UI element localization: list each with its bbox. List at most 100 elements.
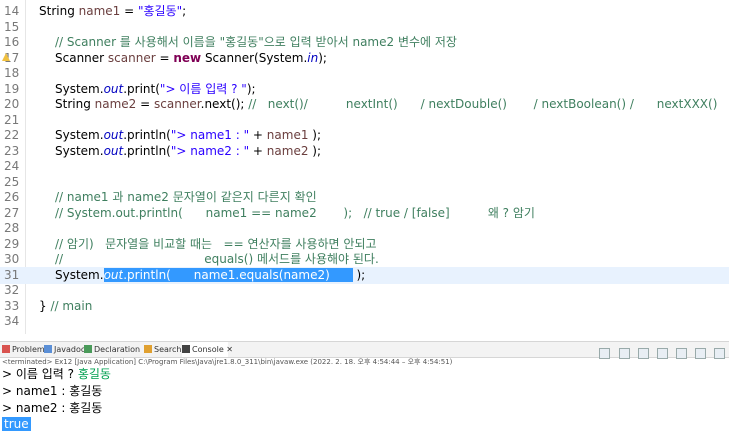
code-editor[interactable]: 14 String name1 = "홍길동"; 15 16 // Scanner 를 … <box>0 0 729 334</box>
bottom-views-bar: Problems Javadoc Declaration Search Console … <box>0 341 729 359</box>
code-token: String <box>39 4 79 18</box>
code-token: // 암기) 문자열을 비교할 때는 == 연산자를 사용하면 안되고 <box>55 236 377 251</box>
code-text: System.out.println( name1.equals(name2) … <box>55 267 365 284</box>
tab-label: Declaration <box>94 345 141 354</box>
code-token: name1 <box>266 128 309 142</box>
console-line-name1: > name1 : 홍길동 <box>2 384 103 398</box>
code-token: "> name1 : " <box>170 128 250 142</box>
tab-label: Console <box>192 345 224 354</box>
code-line[interactable]: 30 // equals() 메서드를 사용해야 된다. <box>0 251 729 268</box>
code-line[interactable]: 23 System.out.println("> name2 : " + name… <box>0 143 729 160</box>
code-token: .println( name1.equals(name2) <box>123 267 353 282</box>
code-line[interactable]: 25 <box>0 174 729 191</box>
close-icon[interactable]: ✕ <box>224 345 233 354</box>
code-line[interactable]: 18 <box>0 65 729 82</box>
code-text: // Scanner 를 사용해서 이름을 "홍길동"으로 입력 받아서 nam… <box>55 34 457 51</box>
code-token: ); <box>352 267 366 282</box>
code-token: "> 이름 입력 ? " <box>159 81 247 96</box>
code-token: System. <box>55 267 104 282</box>
code-line[interactable]: 28 <box>0 220 729 237</box>
code-text: System.out.println("> name2 : " + name2 … <box>55 143 321 160</box>
code-token: new <box>173 50 202 65</box>
console-line-name2: > name2 : 홍길동 <box>2 401 103 415</box>
javadoc-icon <box>44 345 52 353</box>
code-line[interactable]: 26 // name1 과 name2 문자열이 같은지 다른지 확인 <box>0 189 729 206</box>
declaration-icon <box>84 345 92 353</box>
line-number: 18 <box>4 66 20 80</box>
code-line[interactable]: 17 Scanner scanner = new Scanner(System.i… <box>0 50 729 67</box>
tab-console[interactable]: Console ✕ <box>182 342 233 357</box>
code-token: "홍길동" <box>138 4 183 18</box>
code-token: ); <box>246 81 256 96</box>
code-token: ; <box>182 4 187 18</box>
line-number: 33 <box>4 298 20 313</box>
code-token: name2 <box>94 97 137 111</box>
code-line[interactable]: 20 String name2 = scanner.next(); // next… <box>0 96 729 113</box>
code-line[interactable]: 32 <box>0 282 729 299</box>
code-line[interactable]: 14 String name1 = "홍길동"; <box>0 3 729 20</box>
clear-console-icon[interactable] <box>637 348 649 359</box>
line-number: 16 <box>4 35 20 49</box>
tab-declaration[interactable]: Declaration <box>84 342 144 357</box>
console-icon <box>182 345 190 353</box>
line-number: 14 <box>4 4 20 18</box>
display-selected-console-icon[interactable] <box>694 348 706 359</box>
code-line[interactable]: 27 // System.out.println( name1 == name2 … <box>0 205 729 222</box>
line-number: 27 <box>4 205 20 220</box>
code-token: .next(); <box>200 97 249 111</box>
pin-console-icon[interactable] <box>675 348 687 359</box>
code-token: System. <box>55 143 104 158</box>
code-text: // name1 과 name2 문자열이 같은지 다른지 확인 <box>55 189 317 206</box>
tab-search[interactable]: Search <box>144 342 182 357</box>
code-token: out <box>103 128 124 142</box>
line-number: 28 <box>4 221 20 235</box>
code-token: out <box>103 143 124 158</box>
code-line[interactable]: 33} // main <box>0 298 729 315</box>
code-token: in <box>307 50 319 65</box>
code-text: // equals() 메서드를 사용해야 된다. <box>55 251 379 268</box>
code-token: name2 <box>266 143 309 158</box>
code-line[interactable]: 31 System.out.println( name1.equals(name2… <box>0 266 729 284</box>
scroll-lock-icon[interactable] <box>656 348 668 359</box>
code-token: // main <box>50 298 93 313</box>
tab-javadoc[interactable]: Javadoc <box>44 342 85 357</box>
line-number: 20 <box>4 97 20 111</box>
code-line[interactable]: 19 System.out.print("> 이름 입력 ? "); <box>0 81 729 98</box>
result-text: true <box>2 417 31 431</box>
tab-problems[interactable]: Problems <box>2 342 49 357</box>
code-token: ); <box>308 128 322 142</box>
open-console-icon[interactable] <box>714 348 725 359</box>
code-token: // equals() 메서드를 사용해야 된다. <box>55 252 379 266</box>
code-token: + <box>249 143 267 158</box>
line-number: 32 <box>4 283 20 297</box>
code-line[interactable]: 29 // 암기) 문자열을 비교할 때는 == 연산자를 사용하면 안되고 <box>0 236 729 253</box>
problems-icon <box>2 345 10 353</box>
code-token: // Scanner 를 사용해서 이름을 "홍길동"으로 입력 받아서 nam… <box>55 35 457 49</box>
code-token: ); <box>318 50 327 65</box>
code-text: // System.out.println( name1 == name2 );… <box>55 205 535 222</box>
code-line[interactable]: 15 <box>0 19 729 36</box>
code-token: System. <box>55 81 104 96</box>
code-text: String name1 = "홍길동"; <box>39 3 186 20</box>
code-token: = <box>155 50 174 65</box>
line-number: 31 <box>4 267 20 282</box>
code-text: String name2 = scanner.next(); // next()… <box>55 96 717 113</box>
line-number: 19 <box>4 81 20 96</box>
terminate-icon[interactable] <box>599 348 611 359</box>
remove-launch-icon[interactable] <box>618 348 630 359</box>
line-number: 26 <box>4 190 20 204</box>
code-token: = <box>136 97 154 111</box>
code-line[interactable]: 16 // Scanner 를 사용해서 이름을 "홍길동"으로 입력 받아서 n… <box>0 34 729 51</box>
line-number: 22 <box>4 128 20 142</box>
code-line[interactable]: 24 <box>0 158 729 175</box>
code-token: // System.out.println( name1 == name2 );… <box>55 205 535 220</box>
code-token: String <box>55 97 95 111</box>
code-line[interactable]: 22 System.out.println("> name1 : " + name… <box>0 127 729 144</box>
code-line[interactable]: 21 <box>0 112 729 129</box>
code-token: System. <box>55 128 104 142</box>
console-line-result: true <box>2 416 31 432</box>
code-token: Scanner(System. <box>201 50 308 65</box>
code-line[interactable]: 34 <box>0 313 729 330</box>
code-token: Scanner <box>55 50 108 65</box>
tab-label: Search <box>154 345 182 354</box>
